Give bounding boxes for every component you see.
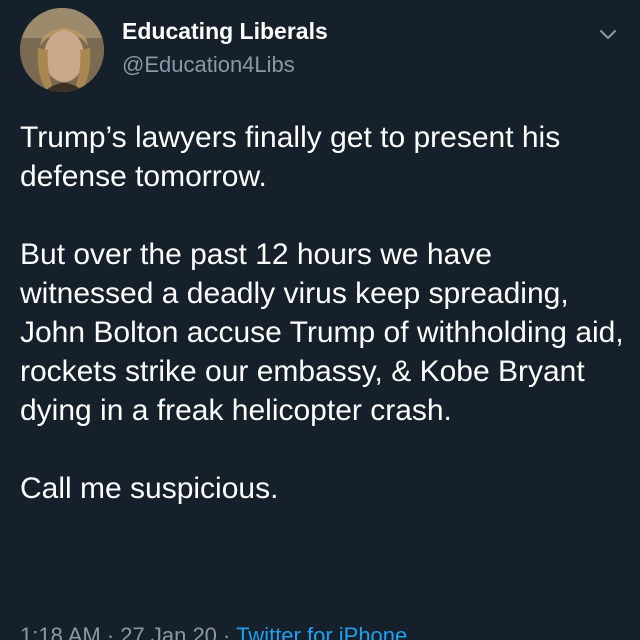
tweet-paragraph: But over the past 12 hours we have witne… (20, 238, 624, 427)
tweet-header: Educating Liberals @Education4Libs (20, 8, 620, 98)
avatar[interactable] (20, 8, 104, 92)
tweet-source-link[interactable]: Twitter for iPhone (236, 623, 407, 640)
tweet-paragraph: Trump’s lawyers finally get to present h… (20, 121, 561, 193)
tweet-text: Trump’s lawyers finally get to present h… (20, 118, 625, 508)
chevron-down-icon[interactable] (596, 22, 620, 46)
display-name[interactable]: Educating Liberals (122, 16, 328, 46)
tweet-paragraph: Call me suspicious. (20, 472, 279, 505)
user-info: Educating Liberals @Education4Libs (122, 16, 328, 80)
tweet-meta: 1:18 AM · 27 Jan 20 · Twitter for iPhone (20, 622, 407, 640)
avatar-image (20, 8, 104, 92)
meta-separator: · (100, 623, 121, 640)
meta-separator: · (216, 623, 237, 640)
tweet-date[interactable]: 27 Jan 20 (120, 623, 217, 640)
user-handle[interactable]: @Education4Libs (122, 50, 328, 80)
tweet-time[interactable]: 1:18 AM (20, 623, 101, 640)
tweet: Educating Liberals @Education4Libs Trump… (0, 0, 640, 640)
